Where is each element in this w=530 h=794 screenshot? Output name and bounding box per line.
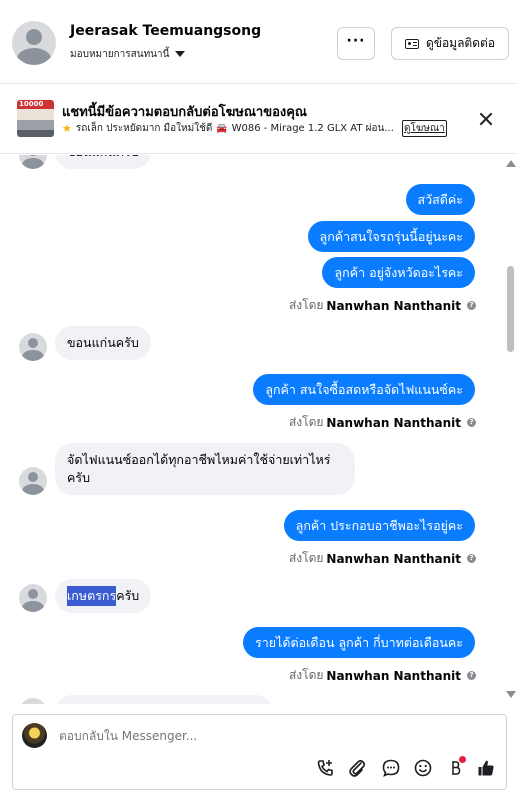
contact-avatar-small bbox=[19, 333, 47, 361]
contact-avatar-small bbox=[19, 698, 47, 704]
attachment-icon[interactable] bbox=[346, 757, 368, 779]
info-icon[interactable]: ? bbox=[467, 301, 476, 310]
page-avatar bbox=[22, 723, 47, 748]
scroll-up-arrow-icon[interactable] bbox=[506, 160, 516, 167]
view-contact-info-label: ดูข้อมูลติดต่อ bbox=[425, 36, 496, 50]
thread-scrollbar[interactable] bbox=[503, 155, 517, 704]
message-bubble-outgoing: รายได้ต่อเดือน ลูกค้า กี่บาทต่อเดือนคะ bbox=[243, 627, 475, 658]
message-bubble-incoming: จัดไฟแนนซ์ออกได้ทุกอาชีพไหมค่าใช้จ่ายเท่… bbox=[55, 443, 355, 495]
assign-conversation-dropdown[interactable]: มอบหมายการสนทนานี้ bbox=[70, 47, 186, 62]
emoji-icon[interactable] bbox=[412, 757, 434, 779]
message-bubble-outgoing: ลูกค้า ประกอบอาชีพอะไรอยู่คะ bbox=[283, 510, 475, 541]
scrollbar-thumb[interactable] bbox=[507, 266, 514, 352]
sent-by-label: ส่งโดย Nanwhan Nanthanit? bbox=[289, 413, 476, 432]
ad-thumbnail: 10000 bbox=[17, 100, 54, 137]
contact-avatar-small bbox=[19, 584, 47, 612]
ad-banner-subtitle: ★ รถเล็ก ประหยัดมาก มือใหม่ใช้ดี 🚘 W086 … bbox=[62, 122, 394, 135]
ad-reply-banner: 10000 แชทนี้มีข้อความตอบกลับต่อโฆษณาของค… bbox=[0, 84, 517, 154]
composer-toolbar bbox=[13, 756, 506, 781]
close-icon[interactable] bbox=[476, 109, 496, 129]
like-icon[interactable] bbox=[475, 757, 497, 779]
message-bubble-incoming: ขอนแก่นครับ bbox=[55, 326, 151, 360]
message-bubble-incoming-partial bbox=[55, 695, 273, 704]
message-bubble-outgoing: สวัสดีค่ะ bbox=[405, 184, 475, 215]
info-icon[interactable]: ? bbox=[467, 671, 476, 680]
caret-down-icon bbox=[175, 51, 186, 57]
message-bubble-outgoing: ลูกค้า สนใจซื้อสดหรือจัดไฟแนนซ์คะ bbox=[253, 374, 475, 405]
reply-input[interactable] bbox=[59, 729, 479, 743]
info-icon[interactable]: ? bbox=[467, 554, 476, 563]
sent-by-label: ส่งโดย Nanwhan Nanthanit? bbox=[289, 666, 476, 685]
message-bubble-incoming: ขอนแก่นครับ bbox=[55, 155, 151, 169]
ad-banner-title: แชทนี้มีข้อความตอบกลับต่อโฆษณาของคุณ bbox=[62, 105, 307, 120]
car-icon: 🚘 bbox=[216, 123, 228, 134]
message-bubble-incoming: เกษตรกร ครับ bbox=[55, 579, 152, 613]
reply-composer bbox=[12, 714, 507, 790]
view-ad-link[interactable]: ดูโฆษณา bbox=[402, 120, 447, 137]
contact-avatar[interactable] bbox=[12, 21, 56, 65]
selected-text: เกษตรกร bbox=[67, 586, 117, 606]
contact-card-icon bbox=[404, 38, 419, 49]
more-options-button[interactable]: ··· bbox=[337, 27, 375, 60]
contact-avatar-small bbox=[19, 467, 47, 495]
sent-by-label: ส่งโดย Nanwhan Nanthanit? bbox=[289, 296, 476, 315]
assign-label: มอบหมายการสนทนานี้ bbox=[70, 49, 170, 60]
contact-avatar-small bbox=[19, 155, 47, 169]
star-icon: ★ bbox=[62, 122, 72, 135]
info-icon[interactable]: ? bbox=[467, 418, 476, 427]
message-thread: ขอนแก่นครับ สวัสดีค่ะ ลูกค้าสนใจรถรุ่นนี… bbox=[0, 155, 503, 704]
conversation-header: Jeerasak Teemuangsong มอบหมายการสนทนานี้… bbox=[0, 0, 517, 84]
sent-by-label: ส่งโดย Nanwhan Nanthanit? bbox=[289, 549, 476, 568]
quick-reply-icon[interactable] bbox=[380, 757, 402, 779]
notification-badge bbox=[459, 756, 466, 763]
add-call-icon[interactable] bbox=[314, 757, 336, 779]
message-bubble-outgoing: ลูกค้า อยู่จังหวัดอะไรคะ bbox=[322, 257, 475, 288]
scroll-down-arrow-icon[interactable] bbox=[506, 691, 516, 698]
payment-icon[interactable] bbox=[444, 756, 466, 779]
message-bubble-outgoing: ลูกค้าสนใจรถรุ่นนี้อยู่นะคะ bbox=[307, 221, 475, 252]
contact-name[interactable]: Jeerasak Teemuangsong bbox=[70, 23, 261, 39]
view-contact-info-button[interactable]: ดูข้อมูลติดต่อ bbox=[391, 27, 509, 60]
